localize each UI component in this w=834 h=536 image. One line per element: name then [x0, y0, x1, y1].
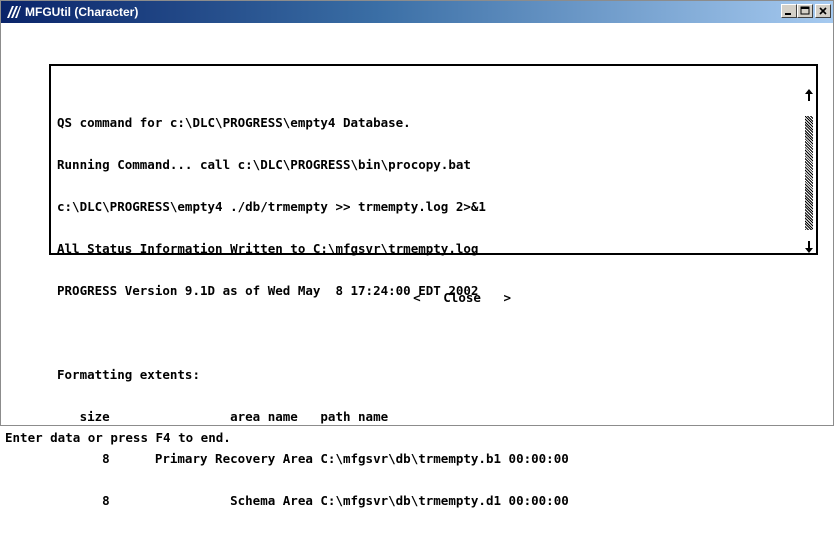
close-window-button[interactable] [815, 4, 831, 18]
close-icon [819, 7, 827, 15]
close-button[interactable]: Close [443, 291, 481, 305]
prev-button[interactable]: < [413, 291, 421, 305]
minimize-icon [785, 13, 791, 15]
output-scrollbar[interactable] [803, 88, 815, 255]
maximize-icon [800, 6, 810, 15]
output-line: c:\DLC\PROGRESS\empty4 ./db/trmempty >> … [57, 199, 486, 214]
output-line: Formatting extents: [57, 367, 200, 382]
output-line: All Status Information Written to C:\mfg… [57, 241, 479, 256]
output-panel: QS command for c:\DLC\PROGRESS\empty4 Da… [49, 64, 818, 508]
output-line: QS command for c:\DLC\PROGRESS\empty4 Da… [57, 115, 411, 130]
minimize-button[interactable] [781, 4, 797, 18]
output-line: Running Command... call c:\DLC\PROGRESS\… [57, 157, 471, 172]
next-button[interactable]: > [503, 291, 511, 305]
close-navigation: < Close > [368, 277, 511, 319]
status-line: Enter data or press F4 to end. [5, 430, 231, 445]
window-title: MFGUtil (Character) [25, 5, 139, 19]
app-icon [7, 6, 21, 18]
output-line: size area name path name [57, 409, 389, 424]
scroll-thumb[interactable] [805, 116, 813, 230]
title-bar[interactable]: MFGUtil (Character) [1, 1, 833, 23]
terminal-area[interactable]: QS command for c:\DLC\PROGRESS\empty4 Da… [1, 23, 833, 508]
app-window: MFGUtil (Character) QS command for c:\DL… [0, 0, 834, 508]
maximize-button[interactable] [797, 4, 813, 18]
scroll-down-arrow-icon[interactable] [803, 240, 815, 254]
output-line: 8 Primary Recovery Area C:\mfgsvr\db\trm… [57, 451, 569, 466]
output-line: 8 Schema Area C:\mfgsvr\db\trmempty.d1 0… [57, 493, 569, 508]
scroll-up-arrow-icon[interactable] [803, 88, 815, 102]
